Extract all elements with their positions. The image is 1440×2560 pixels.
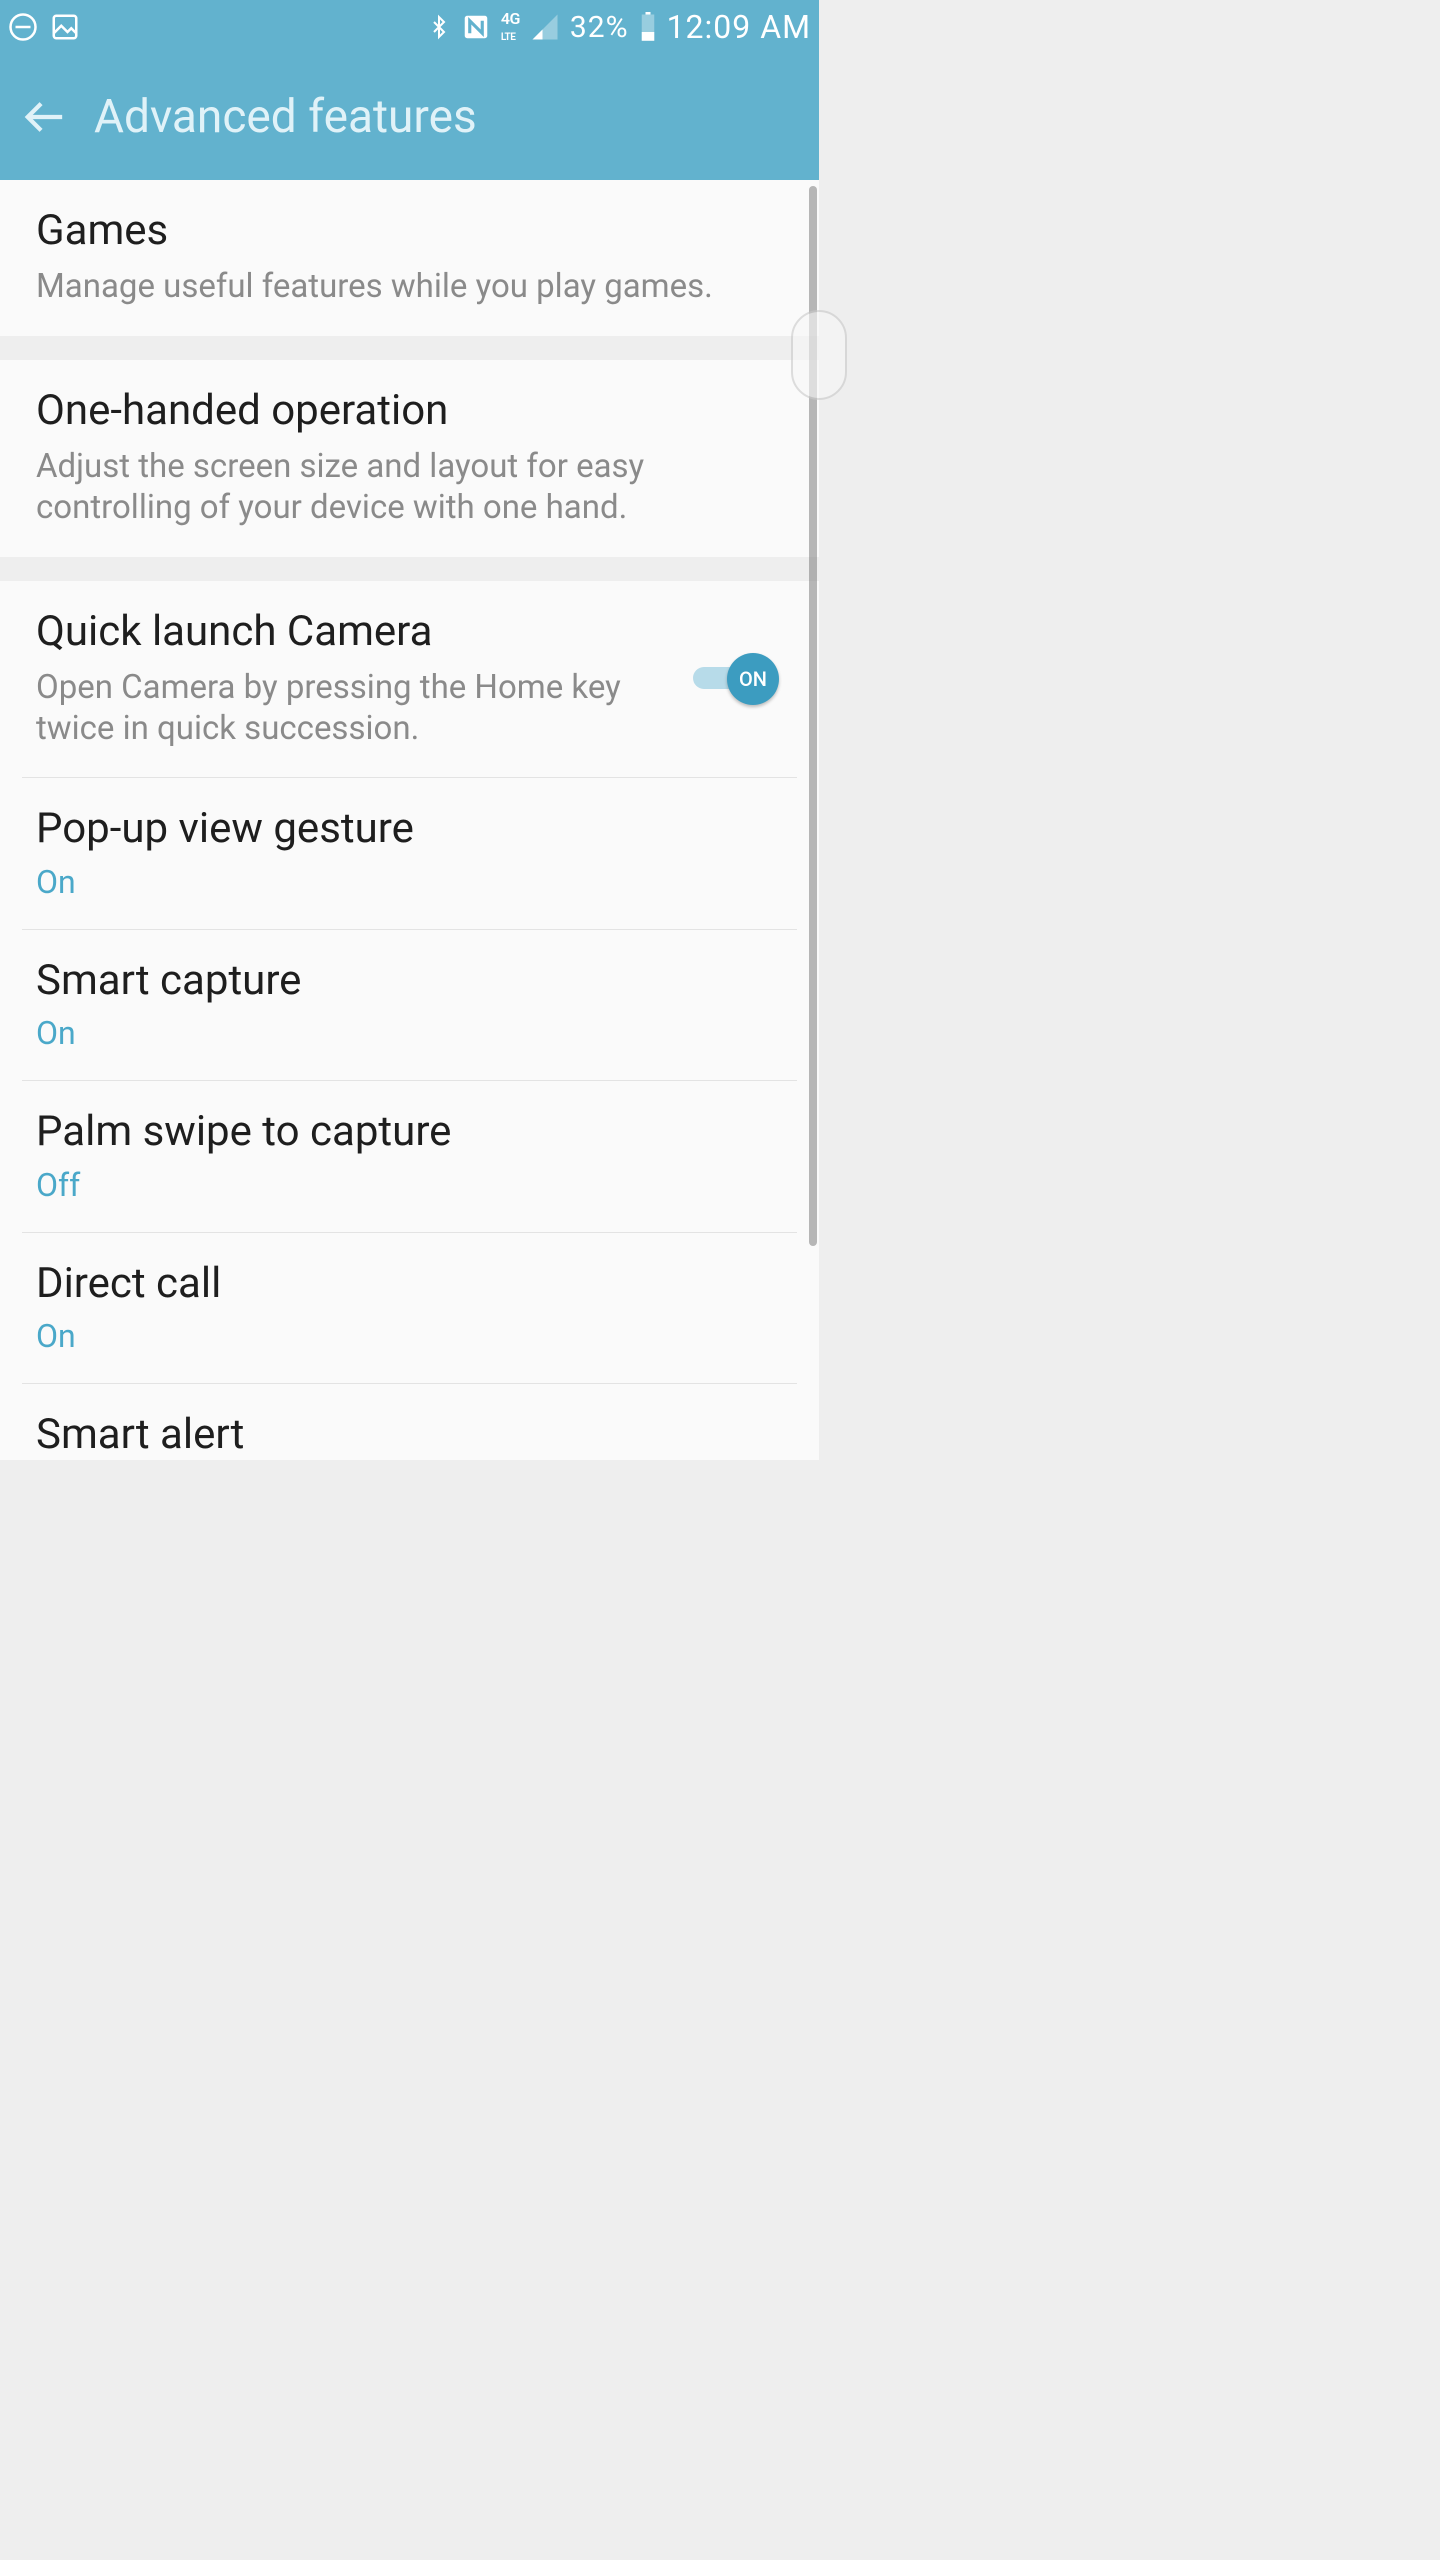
status-clock: 12:09 AM	[667, 8, 811, 46]
setting-smart-alert-title: Smart alert	[36, 1410, 783, 1460]
setting-popup-view-gesture-title: Pop-up view gesture	[36, 804, 783, 854]
setting-palm-swipe-status: Off	[36, 1166, 783, 1204]
app-bar: Advanced features	[0, 54, 819, 180]
do-not-disturb-icon	[8, 12, 38, 42]
setting-palm-swipe-title: Palm swipe to capture	[36, 1107, 783, 1157]
toggle-knob: ON	[727, 653, 779, 705]
fast-scroll-handle[interactable]	[791, 310, 847, 400]
setting-one-handed-title: One-handed operation	[36, 386, 783, 436]
setting-quick-launch-camera[interactable]: Quick launch Camera Open Camera by press…	[0, 581, 819, 778]
status-left	[8, 12, 80, 42]
bluetooth-icon	[427, 12, 451, 42]
setting-smart-alert[interactable]: Smart alert	[0, 1384, 819, 1460]
quick-launch-camera-toggle[interactable]: ON	[693, 658, 779, 698]
page-title: Advanced features	[94, 90, 477, 144]
setting-smart-capture-title: Smart capture	[36, 956, 783, 1006]
setting-games[interactable]: Games Manage useful features while you p…	[0, 180, 819, 336]
back-icon[interactable]	[20, 94, 66, 140]
section-gap	[0, 336, 819, 360]
setting-direct-call-status: On	[36, 1317, 783, 1355]
setting-smart-capture[interactable]: Smart capture On	[0, 930, 819, 1080]
nfc-icon	[461, 12, 491, 42]
setting-quick-launch-camera-title: Quick launch Camera	[36, 607, 673, 657]
setting-games-title: Games	[36, 206, 783, 256]
setting-one-handed[interactable]: One-handed operation Adjust the screen s…	[0, 360, 819, 557]
setting-one-handed-subtitle: Adjust the screen size and layout for ea…	[36, 446, 783, 529]
setting-palm-swipe[interactable]: Palm swipe to capture Off	[0, 1081, 819, 1231]
setting-popup-view-gesture-status: On	[36, 863, 783, 901]
status-right: 4GLTE 32% 12:09 AM	[427, 8, 811, 46]
status-bar: 4GLTE 32% 12:09 AM	[0, 0, 819, 54]
setting-popup-view-gesture[interactable]: Pop-up view gesture On	[0, 778, 819, 928]
setting-quick-launch-camera-subtitle: Open Camera by pressing the Home key twi…	[36, 667, 673, 750]
setting-direct-call-title: Direct call	[36, 1259, 783, 1309]
section-gap	[0, 557, 819, 581]
setting-games-subtitle: Manage useful features while you play ga…	[36, 266, 783, 307]
image-icon	[50, 12, 80, 42]
setting-direct-call[interactable]: Direct call On	[0, 1233, 819, 1383]
setting-smart-capture-status: On	[36, 1014, 783, 1052]
network-type-label: 4GLTE	[501, 11, 520, 43]
battery-percent: 32%	[570, 10, 629, 45]
signal-icon	[530, 12, 560, 42]
settings-content: Games Manage useful features while you p…	[0, 180, 819, 1456]
settings-list: Quick launch Camera Open Camera by press…	[0, 581, 819, 1461]
battery-icon	[639, 12, 657, 42]
